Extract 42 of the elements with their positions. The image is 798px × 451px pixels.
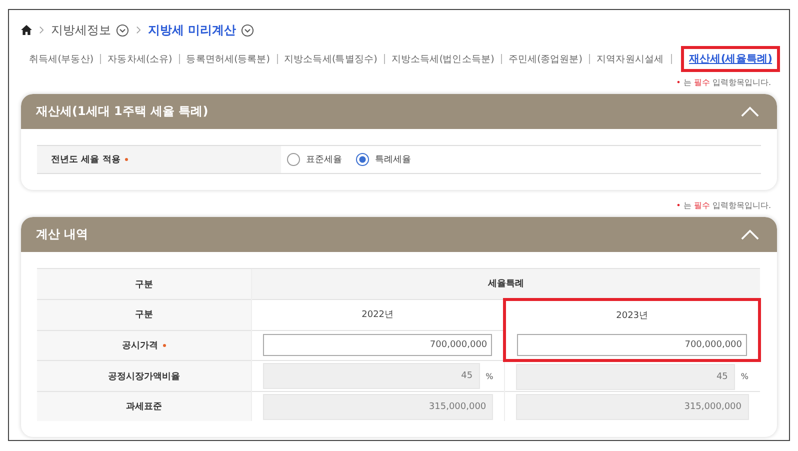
chevron-icon — [39, 26, 44, 34]
radio-button[interactable] — [287, 153, 300, 166]
tab[interactable]: 지방소득세(법인소득분) — [389, 50, 496, 68]
readonly-field: 315,000,000 — [516, 394, 748, 420]
year-cell: 2023년 — [504, 300, 760, 330]
panel-title: 재산세(1세대 1주택 세율 특례) — [36, 103, 208, 120]
collapse-icon[interactable] — [741, 106, 759, 117]
radio-button[interactable] — [356, 153, 369, 166]
price-input[interactable]: 700,000,000 — [263, 334, 492, 356]
breadcrumb-link[interactable]: 지방세 미리계산 — [148, 22, 236, 38]
collapse-icon[interactable] — [741, 229, 759, 240]
radio-option[interactable]: 표준세율 — [287, 153, 342, 166]
radio-option[interactable]: 특례세율 — [356, 153, 411, 166]
unit-label: % — [740, 372, 748, 381]
tab[interactable]: 주민세(종업원분) — [506, 50, 584, 68]
column-header: 세율특례 — [252, 268, 760, 300]
breadcrumb-link[interactable]: 지방세정보 — [51, 22, 111, 38]
year-cell: 2022년 — [252, 300, 505, 330]
home-icon[interactable] — [21, 25, 32, 35]
row-label: 공시가격 — [122, 340, 158, 351]
tab[interactable]: 취득세(부동산) — [27, 50, 96, 68]
readonly-field: 45 — [516, 364, 735, 390]
dropdown-icon[interactable] — [116, 24, 129, 36]
tab[interactable]: 자동차세(소유) — [106, 50, 174, 68]
tab[interactable]: 등록면허세(등록분) — [184, 50, 272, 68]
panel-title: 계산 내역 — [36, 226, 88, 243]
required-note: • 는 필수 입력항목입니다. — [675, 77, 771, 88]
required-note: • 는 필수 입력항목입니다. — [675, 200, 771, 211]
unit-label: % — [486, 372, 494, 380]
row-label: 공정시장가액비율 — [108, 372, 180, 382]
readonly-field: 45 — [263, 363, 480, 389]
readonly-field: 315,000,000 — [263, 394, 494, 420]
tab[interactable]: 지역자원시설세 — [594, 50, 666, 68]
tab[interactable]: 지방소득세(특별징수) — [282, 50, 379, 68]
field-label-text: 전년도 세율 적용 — [51, 154, 120, 166]
tab[interactable]: 재산세(세율특례) — [684, 49, 778, 69]
chevron-icon — [136, 26, 141, 34]
row-label: 과세표준 — [126, 402, 162, 412]
column-header: 구분 — [37, 268, 252, 300]
row-label: 구분 — [37, 300, 252, 330]
price-input[interactable]: 700,000,000 — [517, 334, 747, 356]
dropdown-icon[interactable] — [241, 24, 254, 36]
